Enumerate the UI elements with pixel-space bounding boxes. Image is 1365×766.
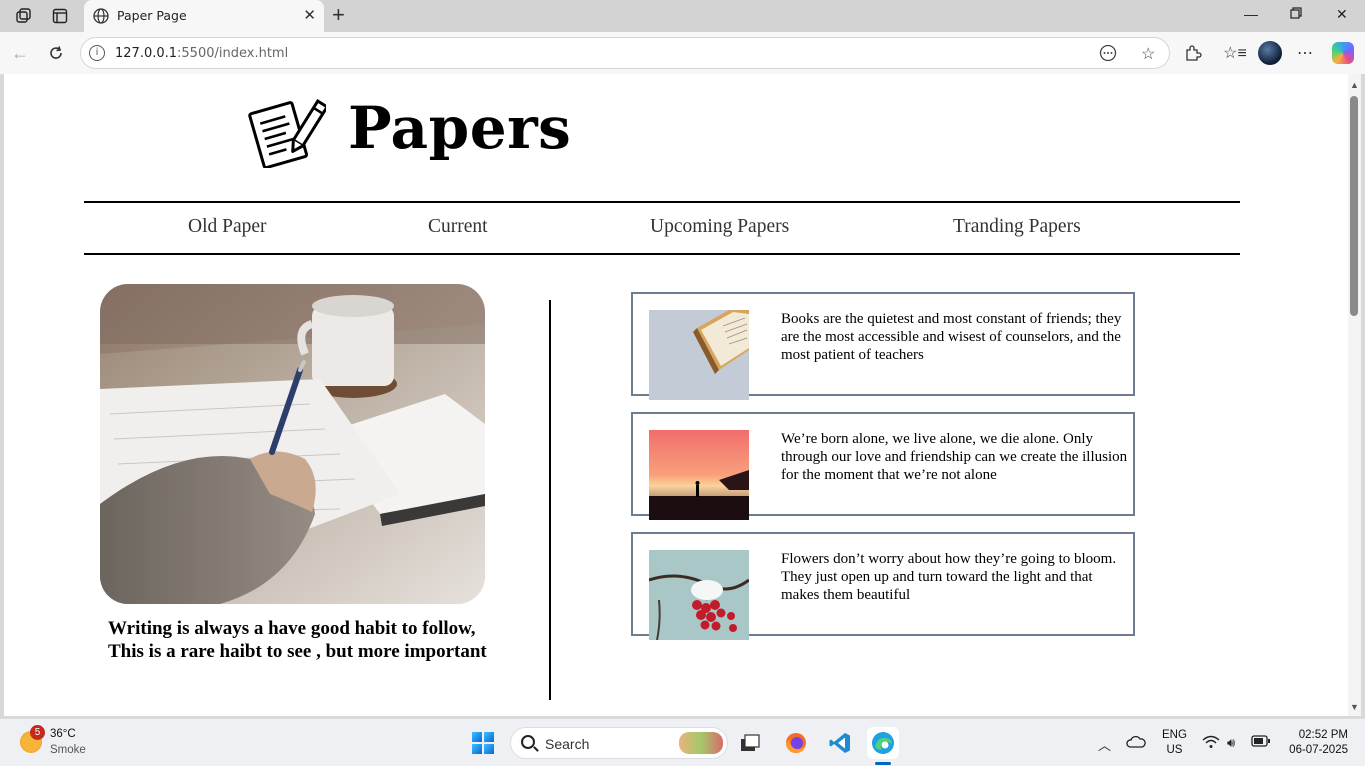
quote-card: Flowers don’t worry about how they’re go… (631, 532, 1135, 640)
firefox-icon[interactable] (780, 727, 812, 759)
scroll-down-icon[interactable]: ▼ (1350, 702, 1359, 712)
onedrive-icon[interactable] (1126, 735, 1146, 752)
paper-pen-logo-icon (248, 99, 326, 168)
favorites-icon[interactable]: ☆≡ (1223, 42, 1247, 64)
battery-icon[interactable] (1251, 735, 1271, 750)
quote-text: Flowers don’t worry about how they’re go… (781, 551, 1117, 603)
close-tab-icon[interactable]: ✕ (303, 6, 316, 24)
task-view-icon[interactable] (734, 727, 766, 759)
hero-caption: Writing is always a have good habit to f… (108, 618, 487, 662)
sunset-beach-image (649, 430, 749, 520)
wifi-icon[interactable] (1202, 735, 1220, 752)
nav-upcoming-papers[interactable]: Upcoming Papers (650, 216, 789, 238)
refresh-icon[interactable] (45, 42, 67, 64)
quote-text: Books are the quietest and most constant… (781, 311, 1122, 363)
url-text: 127.0.0.1:5500/index.html (115, 46, 289, 61)
weather-badge: 5 (30, 725, 45, 740)
vscode-icon[interactable] (824, 727, 856, 759)
main-nav: Old Paper Current Upcoming Papers Trandi… (84, 201, 1240, 255)
active-tab[interactable]: Paper Page ✕ (84, 0, 324, 32)
taskbar-search[interactable]: Search (510, 727, 728, 759)
search-highlight-image (679, 732, 723, 754)
minimize-icon[interactable]: — (1244, 6, 1258, 22)
system-clock[interactable]: 02:52 PM 06-07-2025 (1284, 728, 1348, 758)
open-book-image (649, 310, 749, 400)
weather-description[interactable]: Smoke (50, 744, 86, 756)
browser-toolbar: ← i 127.0.0.1:5500/index.html ☆ ☆≡ ⋯ (0, 32, 1365, 74)
more-options-icon[interactable]: ⋯ (1294, 42, 1316, 64)
search-label: Search (545, 736, 590, 752)
favorite-star-icon[interactable]: ☆ (1141, 44, 1155, 64)
restore-icon[interactable] (1290, 6, 1302, 22)
active-app-indicator (875, 762, 891, 765)
quote-card: Books are the quietest and most constant… (631, 292, 1135, 400)
site-info-icon[interactable]: i (89, 45, 105, 61)
vertical-divider (549, 300, 551, 700)
quote-card: We’re born alone, we live alone, we die … (631, 412, 1135, 520)
start-button[interactable] (472, 732, 494, 754)
page-scrollbar[interactable]: ▲ ▼ (1348, 74, 1361, 716)
profile-avatar[interactable] (1258, 41, 1282, 65)
hero-writing-image (100, 284, 485, 604)
workspaces-icon[interactable] (14, 6, 34, 26)
vertical-tabs-icon[interactable] (50, 6, 70, 26)
snowy-berries-image (649, 550, 749, 640)
quote-text: We’re born alone, we live alone, we die … (781, 431, 1128, 483)
scroll-up-icon[interactable]: ▲ (1350, 80, 1359, 90)
back-icon[interactable]: ← (9, 42, 31, 64)
scroll-thumb[interactable] (1350, 96, 1358, 316)
search-icon (521, 735, 535, 749)
new-tab-icon[interactable]: + (332, 4, 345, 26)
windows-taskbar: 5 36°C Smoke Search ︿ ENG US 🔊︎ 02:52 PM 0… (0, 718, 1365, 766)
globe-icon (93, 8, 109, 24)
nav-old-paper[interactable]: Old Paper (188, 216, 267, 238)
close-window-icon[interactable]: ✕ (1336, 6, 1348, 23)
language-indicator[interactable]: ENG US (1162, 728, 1187, 758)
address-bar[interactable]: i 127.0.0.1:5500/index.html ☆ (80, 37, 1170, 69)
tab-bar: Paper Page ✕ + — ✕ (0, 0, 1365, 32)
edge-icon[interactable] (867, 727, 899, 759)
nav-tranding-papers[interactable]: Tranding Papers (953, 216, 1081, 238)
copilot-icon[interactable] (1332, 42, 1354, 64)
extensions-icon[interactable] (1182, 42, 1204, 64)
volume-icon[interactable]: 🔊︎ (1227, 735, 1235, 751)
site-brand-title: Papers (348, 94, 572, 162)
show-hidden-icons[interactable]: ︿ (1098, 735, 1111, 754)
reading-options-icon[interactable] (1099, 44, 1117, 67)
nav-current[interactable]: Current (428, 216, 488, 238)
tab-title: Paper Page (117, 8, 187, 23)
page-viewport: Papers Old Paper Current Upcoming Papers… (4, 74, 1348, 716)
weather-temperature[interactable]: 36°C (50, 728, 76, 740)
